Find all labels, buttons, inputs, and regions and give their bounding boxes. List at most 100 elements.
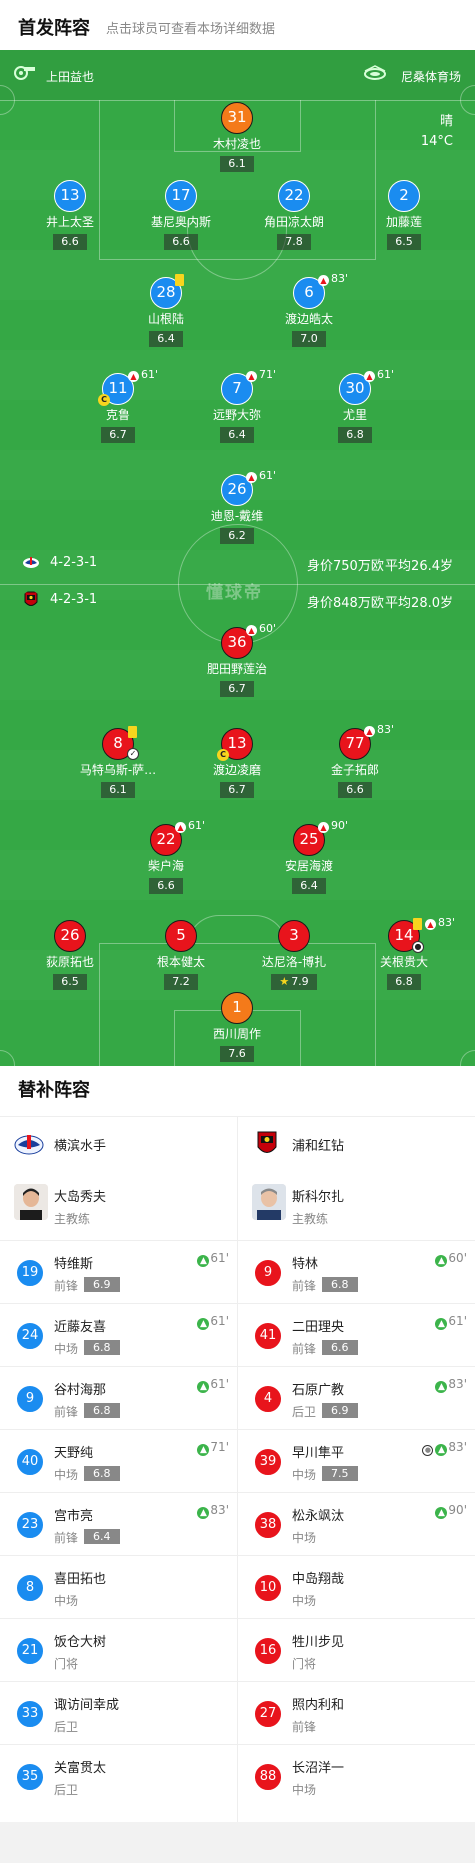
- sub-number: 41: [254, 1322, 282, 1350]
- sub-minute: 83': [438, 916, 456, 929]
- player-away-14[interactable]: 14 关根贵大 6.8: [359, 920, 449, 990]
- home-formation: 4-2-3-1: [50, 555, 98, 570]
- away-team-badge-icon: [24, 591, 38, 606]
- player-away-5[interactable]: 5 根本健太 7.2: [136, 920, 226, 990]
- sub-rating: 6.9: [322, 1403, 358, 1418]
- player-home-30[interactable]: 30 尤里 6.8: [310, 373, 400, 443]
- referee-name: 上田益也: [46, 70, 95, 84]
- sub-name: 特维斯: [54, 1257, 94, 1272]
- player-home-26[interactable]: 26 迪恩-戴维 6.2: [192, 474, 282, 544]
- sub-name: 饭仓大树: [54, 1635, 107, 1650]
- sub-player-away-38[interactable]: 38 松永飒汰 中场 ▲ 90': [238, 1492, 475, 1555]
- sub-player-home-33[interactable]: 33 诹访间幸成 后卫: [0, 1681, 237, 1744]
- sub-minute: 83': [331, 272, 349, 285]
- sub-number: 21: [16, 1637, 44, 1665]
- sub-minute: 60': [259, 622, 277, 635]
- player-away-22[interactable]: 22 柴户海 6.6: [121, 824, 211, 894]
- player-name: 克鲁: [105, 408, 130, 422]
- sub-minute: 90': [331, 819, 349, 832]
- player-home-31[interactable]: 31 木村凌也 6.1: [192, 102, 282, 172]
- coach-role: 主教练: [292, 1212, 329, 1226]
- player-name: 肥田野莲治: [206, 662, 267, 676]
- sub-off-marker: ▲ 83': [425, 916, 455, 930]
- sub-off-marker: ▲ 61': [128, 368, 158, 382]
- player-away-8[interactable]: 8 马特乌斯-萨… 6.1: [73, 728, 163, 798]
- sub-player-away-88[interactable]: 88 长沼洋一 中场: [238, 1744, 475, 1807]
- home-coach-row[interactable]: 大岛秀夫 主教练: [0, 1170, 237, 1240]
- sub-position: 后卫: [54, 1783, 79, 1797]
- player-rating: 6.7: [101, 427, 135, 443]
- goal-ball-icon: ●: [422, 1445, 434, 1456]
- sub-player-home-40[interactable]: 40 天野纯 中场 6.8 ▲ 71': [0, 1429, 237, 1492]
- player-rating: 6.6: [149, 878, 183, 894]
- player-number: 5: [165, 920, 197, 952]
- player-rating: 6.5: [387, 234, 421, 250]
- player-rating: 6.6: [164, 234, 198, 250]
- coach-name: 大岛秀夫: [54, 1190, 107, 1205]
- sub-rating: 6.8: [322, 1277, 358, 1292]
- sub-player-away-41[interactable]: 41 二田理央 前锋 6.6 ▲ 61': [238, 1303, 475, 1366]
- sub-number: 9: [254, 1259, 282, 1287]
- player-number: 26: [54, 920, 86, 952]
- home-team-row: 横滨水手: [0, 1116, 237, 1170]
- sub-player-away-16[interactable]: 16 牲川步见 门将: [238, 1618, 475, 1681]
- sub-off-icon: ▲: [364, 371, 375, 382]
- sub-player-away-4[interactable]: 4 石原广教 后卫 6.9 ▲ 83': [238, 1366, 475, 1429]
- player-away-77[interactable]: 77 金子拓郎 6.6: [310, 728, 400, 798]
- sub-player-home-21[interactable]: 21 饭仓大树 门将: [0, 1618, 237, 1681]
- sub-player-home-19[interactable]: 19 特维斯 前锋 6.9 ▲ 61': [0, 1240, 237, 1303]
- player-away-26[interactable]: 26 荻原拓也 6.5: [25, 920, 115, 990]
- lineup-header: 首发阵容 点击球员可查看本场详细数据: [0, 0, 475, 50]
- sub-position: 门将: [292, 1657, 317, 1671]
- player-name: 根本健太: [156, 955, 205, 969]
- sub-player-home-35[interactable]: 35 关富贯太 后卫: [0, 1744, 237, 1807]
- player-name: 西川周作: [212, 1027, 261, 1041]
- player-rating: 6.4: [292, 878, 326, 894]
- player-away-1[interactable]: 1 西川周作 7.6: [192, 992, 282, 1062]
- sub-player-away-9[interactable]: 9 特林 前锋 6.8 ▲ 60': [238, 1240, 475, 1303]
- sub-name: 长沼洋一: [292, 1761, 345, 1776]
- player-rating: 6.7: [220, 681, 254, 697]
- yellow-card-icon: [413, 918, 422, 930]
- away-coach-row[interactable]: 斯科尔扎 主教练: [238, 1170, 475, 1240]
- away-team-summary: 4-2-3-1 身价848万欧 平均28.0岁: [22, 589, 453, 611]
- sub-player-home-8[interactable]: 8 喜田拓也 中场: [0, 1555, 237, 1618]
- player-away-36[interactable]: 36 肥田野莲治 6.7: [192, 627, 282, 697]
- sub-name: 关富贯太: [54, 1761, 107, 1776]
- player-home-7[interactable]: 7 远野大弥 6.4: [192, 373, 282, 443]
- player-away-25[interactable]: 25 安居海渡 6.4: [264, 824, 354, 894]
- sub-player-home-24[interactable]: 24 近藤友喜 中场 6.8 ▲ 61': [0, 1303, 237, 1366]
- player-rating: 6.4: [220, 427, 254, 443]
- player-home-22[interactable]: 22 角田凉太朗 7.8: [249, 180, 339, 250]
- player-home-13[interactable]: 13 井上太圣 6.6: [25, 180, 115, 250]
- sub-number: 10: [254, 1574, 282, 1602]
- player-number: 3: [278, 920, 310, 952]
- sub-minute: 83': [377, 723, 395, 736]
- sub-on-marker: ▲ 61': [197, 1314, 229, 1330]
- sub-name: 诹访间幸成: [54, 1698, 120, 1713]
- sub-on-marker: ▲ 61': [197, 1251, 229, 1267]
- sub-player-away-39[interactable]: 39 早川隼平 中场 7.5 ● ▲ 83': [238, 1429, 475, 1492]
- player-home-6[interactable]: 6 渡边皓太 7.0: [264, 277, 354, 347]
- player-rating: 6.2: [220, 528, 254, 544]
- away-team-row: 浦和红钻: [238, 1116, 475, 1170]
- player-name: 马特乌斯-萨…: [79, 763, 157, 777]
- star-icon: ★: [279, 975, 290, 988]
- player-number: 1: [221, 992, 253, 1024]
- player-home-11[interactable]: 11 克鲁 6.7: [73, 373, 163, 443]
- player-home-17[interactable]: 17 基尼奥内斯 6.6: [136, 180, 226, 250]
- sub-player-away-27[interactable]: 27 照内利和 前锋: [238, 1681, 475, 1744]
- player-away-13[interactable]: 13 渡边凌磨 6.7: [192, 728, 282, 798]
- sub-on-marker: ▲ 60': [435, 1251, 467, 1267]
- sub-position: 前锋: [54, 1405, 79, 1419]
- player-home-2[interactable]: 2 加藤莲 6.5: [359, 180, 449, 250]
- sub-name: 石原广教: [292, 1383, 345, 1398]
- player-name: 远野大弥: [212, 408, 261, 422]
- sub-player-away-10[interactable]: 10 中岛翔哉 中场: [238, 1555, 475, 1618]
- sub-player-home-23[interactable]: 23 宫市亮 前锋 6.4 ▲ 83': [0, 1492, 237, 1555]
- player-home-28[interactable]: 28 山根陆 6.4: [121, 277, 211, 347]
- sub-rating: 6.8: [84, 1403, 120, 1418]
- sub-name: 近藤友喜: [54, 1320, 107, 1335]
- sub-player-home-9[interactable]: 9 谷村海那 前锋 6.8 ▲ 61': [0, 1366, 237, 1429]
- player-away-3[interactable]: 3 达尼洛-博扎 ★ 7.9: [249, 920, 339, 990]
